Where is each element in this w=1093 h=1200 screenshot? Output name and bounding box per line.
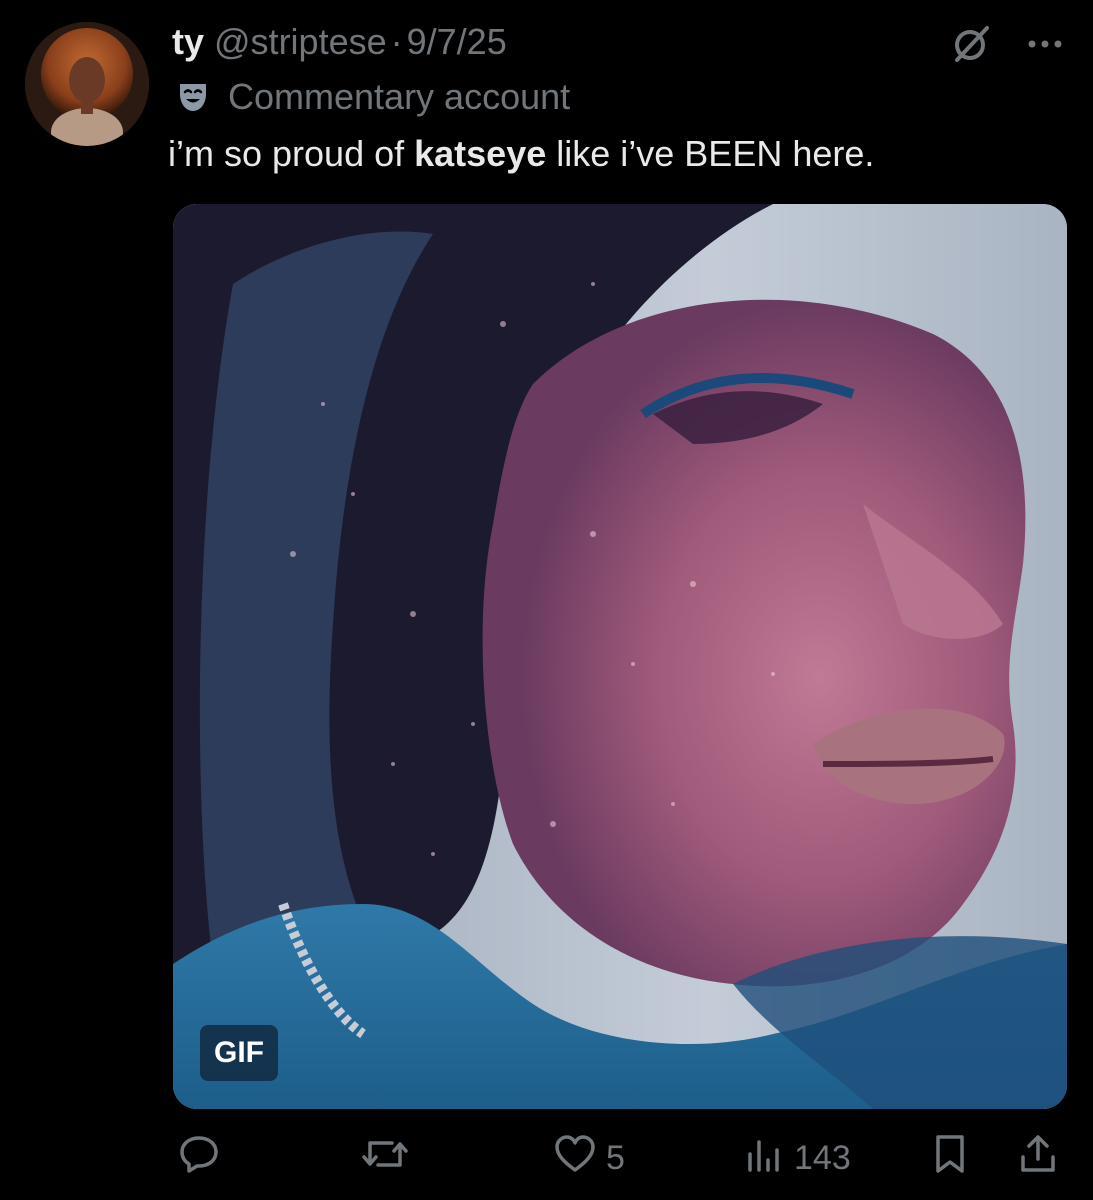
more-icon[interactable] <box>1027 38 1063 50</box>
views-button[interactable]: 143 <box>744 1130 851 1186</box>
retweet-button[interactable] <box>360 1130 420 1186</box>
bookmark-button[interactable] <box>930 1130 970 1186</box>
share-icon <box>1018 1133 1058 1184</box>
tweet-text: i’m so proud of katseye like i’ve BEEN h… <box>168 130 874 178</box>
theater-mask-icon <box>176 80 210 114</box>
top-right-actions <box>949 22 1063 66</box>
tweet-media-gif[interactable]: GIF <box>173 204 1067 1109</box>
grok-icon[interactable] <box>949 22 993 66</box>
retweet-icon <box>360 1133 410 1184</box>
tweet-text-start: i’m so proud of <box>168 133 415 174</box>
reply-icon <box>178 1133 220 1184</box>
avatar-image <box>25 22 149 146</box>
avatar[interactable] <box>25 22 149 146</box>
gif-frame <box>173 204 1067 1109</box>
share-button[interactable] <box>1018 1130 1058 1186</box>
account-label[interactable]: Commentary account <box>176 74 570 120</box>
reply-button[interactable] <box>178 1130 230 1186</box>
like-button[interactable]: 5 <box>554 1130 625 1186</box>
handle[interactable]: @striptese <box>214 21 387 63</box>
views-count: 143 <box>794 1138 851 1177</box>
tweet-text-bold: katseye <box>414 133 547 174</box>
action-bar: 5 143 <box>172 1130 1072 1186</box>
separator-dot: · <box>390 21 403 62</box>
account-label-text: Commentary account <box>228 76 571 117</box>
bookmark-icon <box>930 1133 970 1184</box>
tweet[interactable]: ty @striptese · 9/7/25 Commentary accoun… <box>0 0 1093 1200</box>
like-count: 5 <box>606 1138 625 1177</box>
tweet-date[interactable]: 9/7/25 <box>407 21 507 63</box>
tweet-header: ty @striptese · 9/7/25 <box>172 18 507 66</box>
gif-badge: GIF <box>200 1025 278 1081</box>
like-icon <box>554 1134 596 1183</box>
display-name[interactable]: ty <box>172 21 204 63</box>
views-icon <box>744 1134 784 1183</box>
tweet-text-end: like i’ve BEEN here. <box>546 133 875 174</box>
